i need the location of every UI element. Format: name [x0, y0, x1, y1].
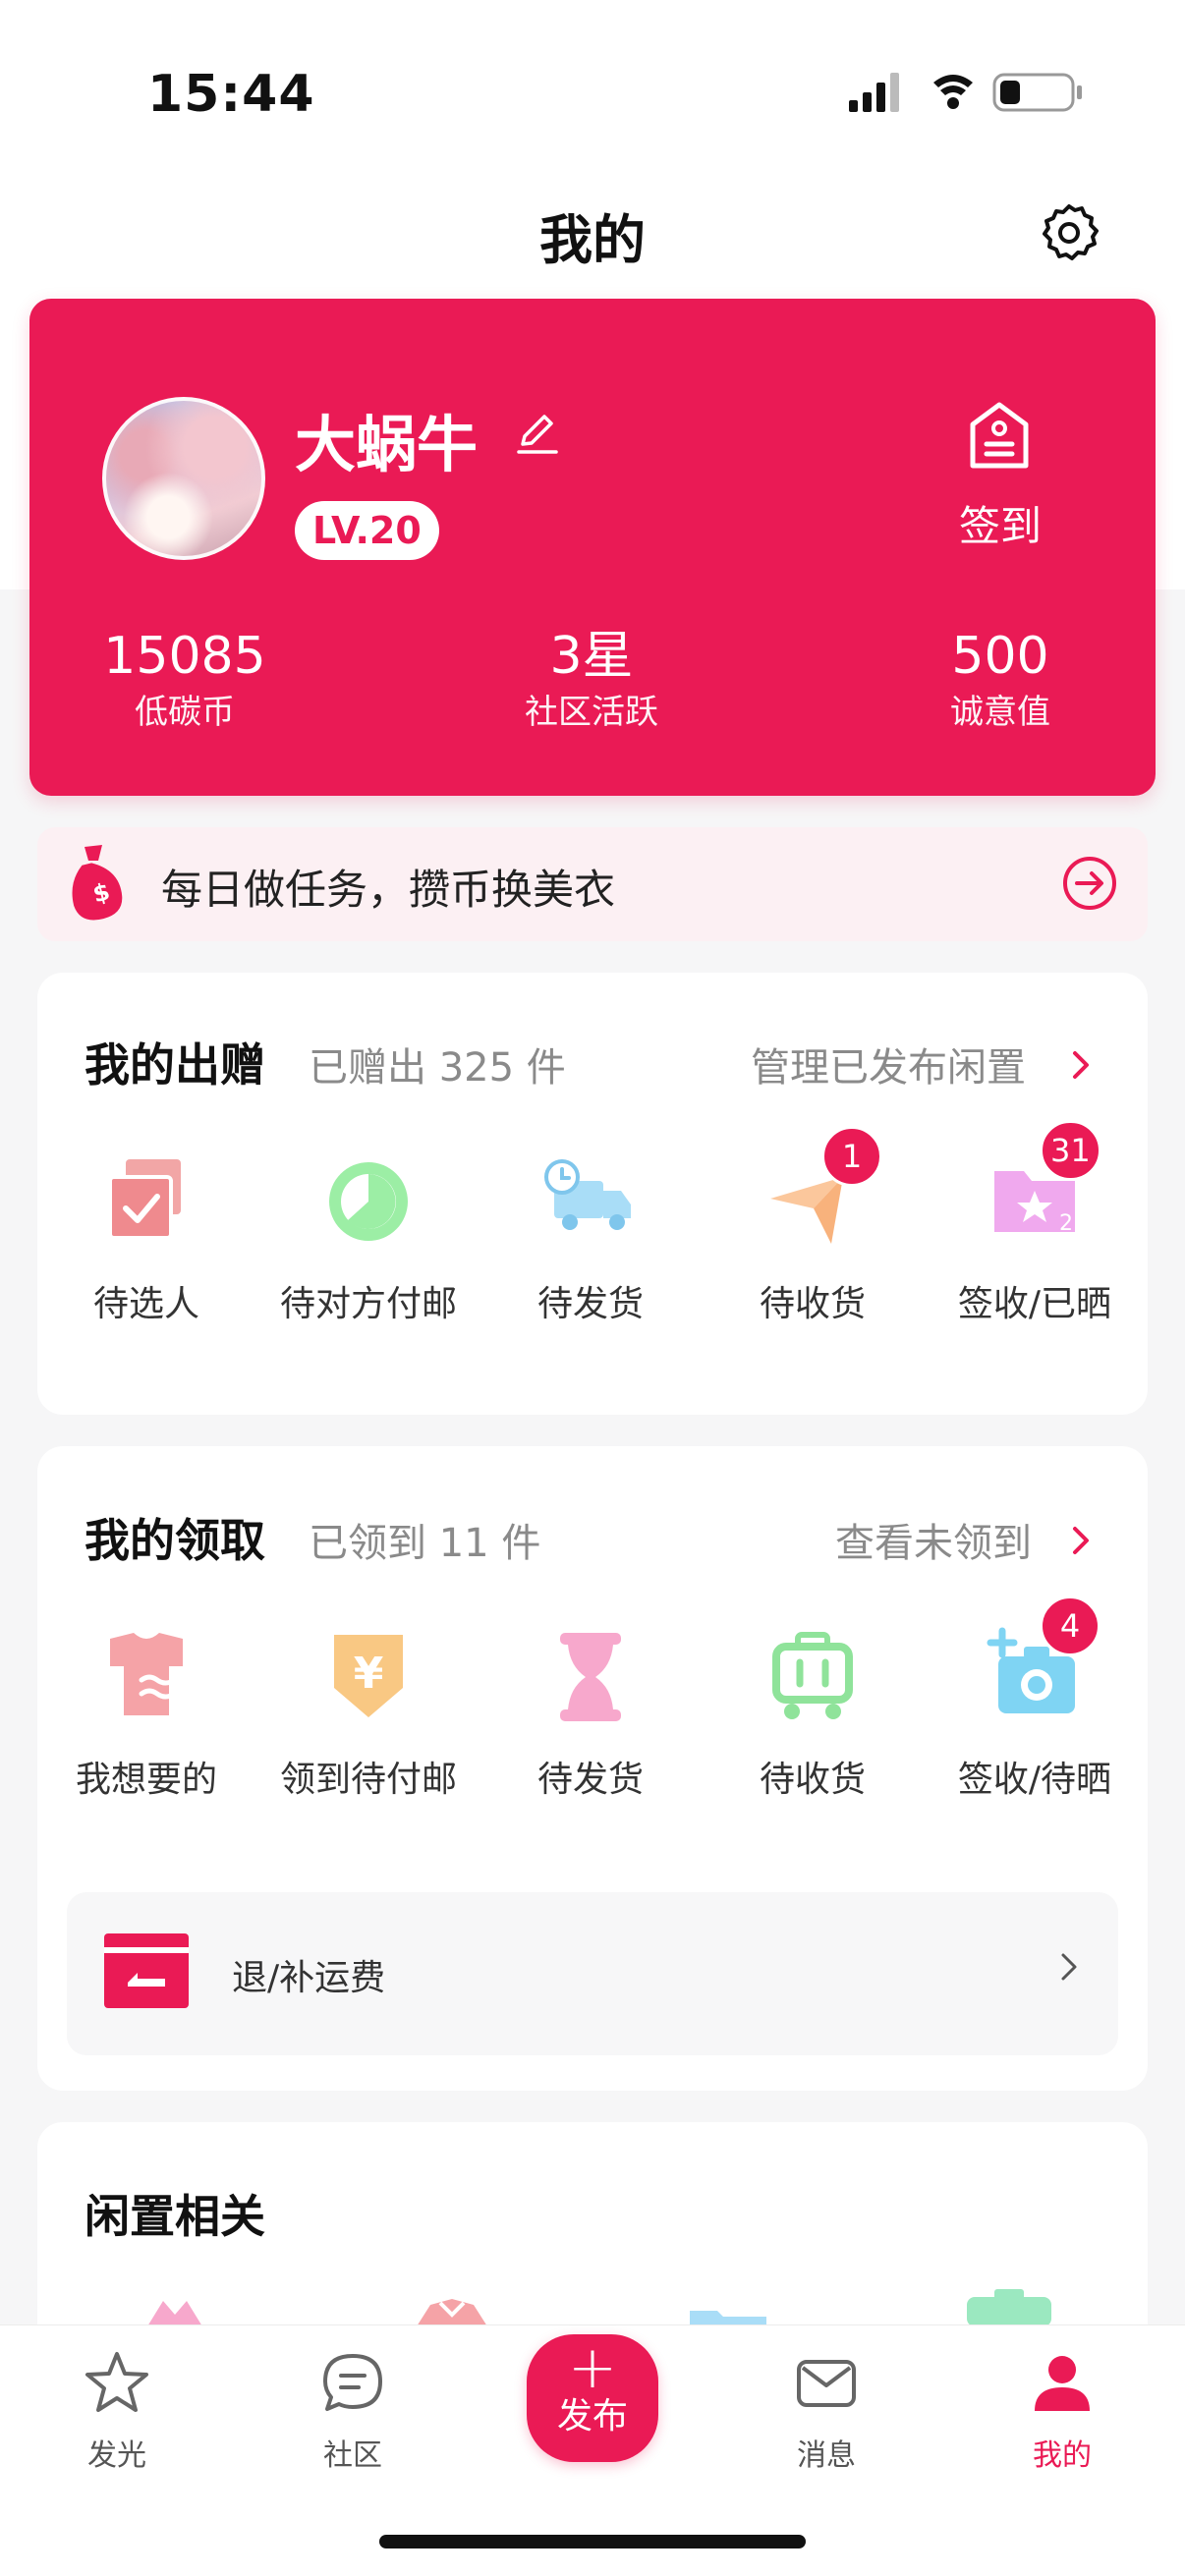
partial-icon — [690, 2311, 766, 2326]
svg-text:¥: ¥ — [354, 1649, 384, 1699]
stat-label: 社区活跃 — [525, 693, 658, 732]
money-bag-icon: $ — [72, 845, 123, 921]
claim-tile-wanted[interactable]: 我想要的 — [35, 1623, 257, 1802]
partial-icon — [147, 2301, 202, 2326]
mail-icon — [797, 2360, 856, 2407]
tile-label: 待发货 — [536, 1284, 644, 1324]
stat-coins[interactable]: 15085 低碳币 — [37, 625, 332, 737]
manage-published-link[interactable]: 管理已发布闲置 — [751, 1036, 1026, 1092]
tile-label: 我想要的 — [75, 1760, 217, 1800]
star-icon — [85, 2352, 148, 2412]
stat-sincerity[interactable]: 500 诚意值 — [853, 625, 1148, 737]
hourglass-icon — [560, 1633, 621, 1721]
tile-label: 签收/待晒 — [957, 1760, 1112, 1800]
tab-label: 消息 — [797, 2438, 856, 2473]
gift-tile-pending-select[interactable]: 待选人 — [35, 1148, 257, 1326]
view-unclaimed-link[interactable]: 查看未领到 — [835, 1511, 1032, 1568]
gift-tile-signed-shared[interactable]: 2 31 签收/已晒 — [924, 1120, 1146, 1326]
battery-icon — [992, 73, 1082, 112]
level-badge: LV.20 — [295, 501, 439, 560]
chevron-right-icon — [1061, 1953, 1077, 1981]
checkin-tag-icon[interactable] — [963, 399, 1036, 472]
partial-icon — [417, 2299, 487, 2326]
cart-icon — [772, 1632, 853, 1719]
avatar[interactable] — [102, 397, 265, 560]
claim-tile-signed-share[interactable]: 4 签收/待晒 — [924, 1596, 1146, 1802]
tile-label: 待收货 — [759, 1284, 866, 1324]
yen-tag-icon: ¥ — [334, 1635, 403, 1717]
badge-count: 4 — [1040, 1596, 1100, 1656]
tile-label: 签收/已晒 — [957, 1284, 1112, 1324]
stat-value: 3星 — [549, 627, 634, 686]
page-title: 我的 — [539, 209, 646, 271]
status-time: 15:44 — [147, 65, 315, 124]
stat-value: 15085 — [103, 627, 266, 686]
svg-text:2: 2 — [1059, 1211, 1073, 1236]
person-icon — [1035, 2356, 1090, 2411]
claim-tile-to-ship[interactable]: 待发货 — [480, 1623, 702, 1802]
home-indicator — [379, 2535, 806, 2548]
arrow-right-circle-icon[interactable] — [1061, 855, 1118, 912]
checkbox-stack-icon — [108, 1159, 181, 1240]
delivery-truck-icon — [544, 1159, 631, 1230]
claim-section-subtitle: 已领到 11 件 — [309, 1521, 541, 1566]
chat-bubble-icon — [323, 2354, 382, 2411]
claim-section-title: 我的领取 — [85, 1514, 265, 1567]
refund-shipping-row[interactable] — [67, 1892, 1118, 2055]
stat-value: 500 — [951, 627, 1049, 686]
tab-mine[interactable]: 我的 — [988, 2348, 1136, 2474]
checkin-label[interactable]: 签到 — [943, 493, 1057, 553]
gift-section-subtitle: 已赠出 325 件 — [309, 1045, 566, 1091]
tile-label: 待选人 — [92, 1284, 199, 1324]
tab-label: 社区 — [323, 2438, 382, 2473]
refund-card-icon — [104, 1933, 189, 2008]
idle-section-title: 闲置相关 — [85, 2190, 265, 2243]
stat-activity[interactable]: 3星 社区活跃 — [444, 625, 739, 737]
task-banner-text: 每日做任务，攒币换美衣 — [161, 866, 616, 914]
tile-label: 待发货 — [536, 1760, 644, 1800]
tile-label: 待对方付邮 — [279, 1284, 457, 1324]
refund-shipping-label: 退/补运费 — [232, 1958, 386, 1998]
edit-pencil-icon[interactable] — [511, 407, 562, 458]
stat-label: 低碳币 — [135, 693, 235, 732]
tile-label: 待收货 — [759, 1760, 866, 1800]
plus-icon: + — [567, 2333, 618, 2402]
clock-circle-icon — [329, 1162, 408, 1241]
partial-icon — [967, 2289, 1051, 2326]
tab-messages[interactable]: 消息 — [753, 2348, 900, 2474]
stat-label: 诚意值 — [950, 693, 1050, 732]
tab-shine[interactable]: 发光 — [43, 2348, 191, 2474]
status-indicators — [849, 73, 1082, 112]
chevron-right-icon[interactable] — [1067, 1521, 1097, 1560]
tab-label: 发光 — [87, 2438, 146, 2473]
tab-label: 我的 — [1033, 2438, 1092, 2473]
username: 大蜗牛 — [295, 409, 479, 480]
signal-icon — [849, 73, 899, 112]
shirt-icon — [110, 1633, 183, 1715]
publish-button[interactable]: + 发布 — [527, 2334, 658, 2462]
badge-count: 31 — [1040, 1120, 1101, 1181]
claim-tile-to-receive[interactable]: 待收货 — [702, 1623, 924, 1802]
publish-label: 发布 — [556, 2396, 628, 2436]
settings-gear-icon[interactable] — [1036, 200, 1102, 267]
gift-tile-to-receive[interactable]: 1 待收货 — [702, 1126, 924, 1326]
gift-tile-to-ship[interactable]: 待发货 — [480, 1148, 702, 1326]
tile-label: 领到待付邮 — [279, 1760, 457, 1800]
chevron-right-icon[interactable] — [1067, 1045, 1097, 1085]
badge-count: 1 — [821, 1126, 882, 1187]
tab-community[interactable]: 社区 — [279, 2348, 426, 2474]
gift-section-title: 我的出赠 — [85, 1038, 265, 1092]
wifi-icon — [933, 75, 973, 109]
claim-tile-await-postage[interactable]: ¥ 领到待付邮 — [257, 1623, 480, 1802]
gift-tile-await-postage[interactable]: 待对方付邮 — [257, 1148, 480, 1326]
